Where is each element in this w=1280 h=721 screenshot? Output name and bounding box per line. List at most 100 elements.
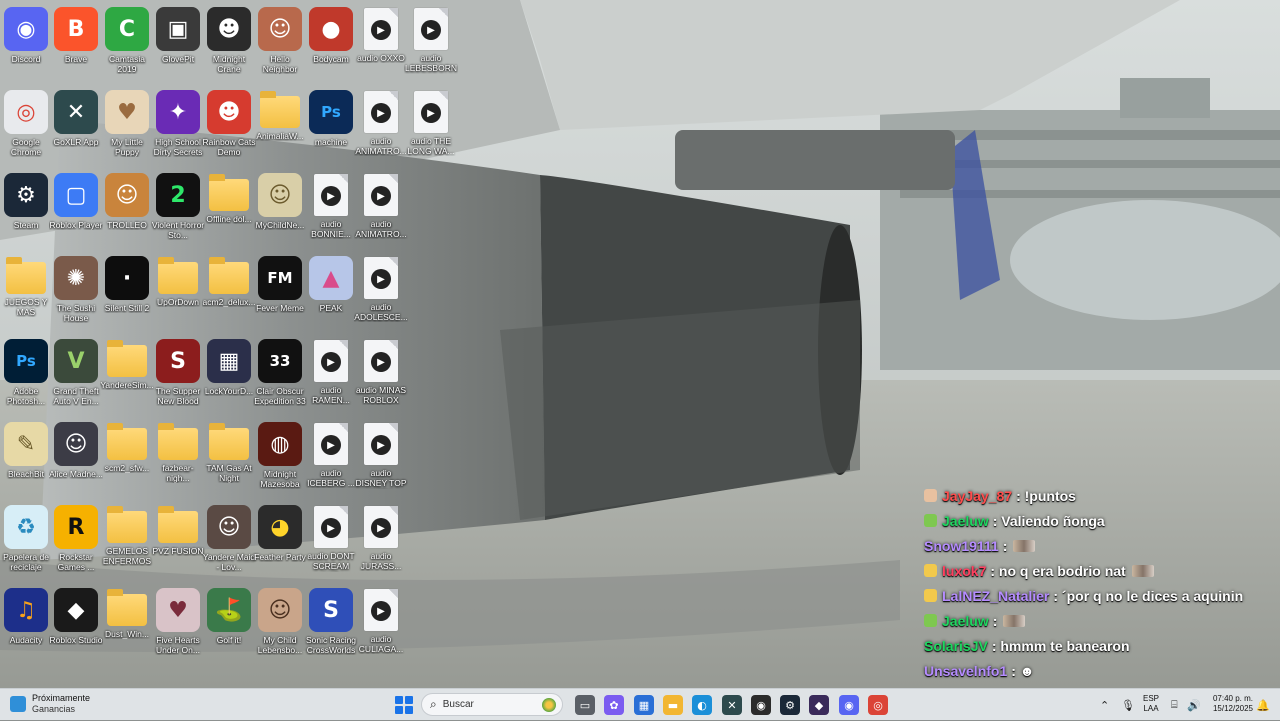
obs-icon[interactable]: ◉ [751, 695, 771, 715]
desktop-icon[interactable]: ● Bodycam [305, 3, 357, 85]
desktop-icon[interactable]: TAM Gas At Night [203, 418, 255, 500]
desktop-icon[interactable]: S Sonic Racing CrossWorlds [305, 584, 357, 666]
desktop-icon[interactable]: ☺ Yandere Maid - Lov... [203, 501, 255, 583]
steam-icon[interactable]: ⚙ [780, 695, 800, 715]
desktop-icon[interactable]: ▶ audio DISNEY TOP NATX [355, 418, 407, 500]
microsoft-store-icon[interactable]: ▦ [634, 695, 654, 715]
desktop-icon[interactable]: ▦ LockYourD... [203, 335, 255, 417]
desktop-icon[interactable]: ☻ Midnight Crane [203, 3, 255, 85]
desktop-icon[interactable]: ◍ Midnight Mazesoba [254, 418, 306, 500]
desktop-icon[interactable]: 2 Violent Horror Sto... [152, 169, 204, 251]
desktop-icon[interactable]: ◉ Discord [0, 3, 52, 85]
desktop-icon[interactable]: ♫ Audacity [0, 584, 52, 666]
desktop-icon-label: YandereSim... [100, 380, 154, 390]
desktop-icon[interactable]: JUEGOS Y MAS [0, 252, 52, 334]
desktop-icon[interactable]: V Grand Theft Auto V En... [50, 335, 102, 417]
desktop-icon[interactable]: ☺ Alice Madne... [49, 418, 103, 500]
desktop-icon[interactable]: ☻ Rainbow Cats Demo [203, 86, 255, 168]
desktop-icon[interactable]: ☺ TROLLEO [101, 169, 153, 251]
desktop-icon[interactable]: ▣ GlovePit [152, 3, 204, 85]
system-clock[interactable]: 07:40 p. m. 15/12/2025 [1207, 694, 1253, 714]
desktop-icon[interactable]: · Silent Still 2 [101, 252, 153, 334]
desktop-icon[interactable]: ✎ BleachBit [0, 418, 52, 500]
app-icon: ● [309, 7, 353, 51]
desktop-icon[interactable]: ▢ Roblox Player [50, 169, 102, 251]
weather-widget[interactable]: Próximamente Ganancias [10, 693, 90, 715]
desktop-icon[interactable]: ▶ audio BONNIE... [305, 169, 357, 251]
desktop-icon[interactable]: fazbear-nigh... [152, 418, 204, 500]
desktop-icon[interactable]: ⚙ Steam [0, 169, 52, 251]
desktop-icon[interactable]: ☺ My Child Lebensbo... [254, 584, 306, 666]
desktop-icon[interactable]: S The Supper New Blood [152, 335, 204, 417]
desktop-icon[interactable]: ▶ audio MINAS ROBLOX [355, 335, 407, 417]
app-icon: 2 [156, 173, 200, 217]
desktop-icon-label: audio MINAS ROBLOX [355, 385, 407, 405]
desktop-icon[interactable]: ▶ audio THE LONG WA... [405, 86, 457, 168]
desktop-icon[interactable]: ☺ MyChildNe... [254, 169, 306, 251]
desktop-icon-label: Feather Party [254, 552, 306, 562]
show-hidden-icons-button[interactable]: ⌃ [1100, 689, 1109, 721]
desktop-icon[interactable]: YandereSim... [100, 335, 154, 417]
desktop-icon[interactable]: B Brave [50, 3, 102, 85]
desktop-icon[interactable]: scm2_sfw... [101, 418, 153, 500]
desktop-icon[interactable]: R Rockstar Games ... [50, 501, 102, 583]
desktop-icon[interactable]: PVZ FUSION [152, 501, 204, 583]
desktop-icon[interactable]: ▶ audio ANIMATRO... [355, 169, 407, 251]
desktop-icon[interactable]: ◕ Feather Party [254, 501, 306, 583]
desktop-icon[interactable]: ♻ Papelera de reciclaje [0, 501, 52, 583]
desktop-icon[interactable]: ▶ audio ANIMATRO... [355, 86, 407, 168]
desktop-icon[interactable]: ▶ audio JURASS... [355, 501, 407, 583]
folder-icon [260, 91, 300, 128]
desktop-icon-label: JUEGOS Y MAS [4, 297, 48, 317]
chrome-icon[interactable]: ◎ [868, 695, 888, 715]
copilot-icon[interactable]: ✿ [604, 695, 624, 715]
desktop-icon[interactable]: Offline dol... [203, 169, 255, 251]
desktop-icon[interactable]: ▶ audio ADOLESCE... [354, 252, 408, 334]
desktop-icon[interactable]: Ps machine [305, 86, 357, 168]
desktop-icon[interactable]: ▶ audio RAMEN... [305, 335, 357, 417]
desktop-icon[interactable]: ▶ audio DONT SCREAM NAT [305, 501, 357, 583]
task-view-icon[interactable]: ▭ [575, 695, 595, 715]
notification-bell-icon[interactable]: 🔔 [1256, 689, 1270, 721]
desktop-icon[interactable]: Ps Adobe Photosh... [0, 335, 52, 417]
goxlr-icon[interactable]: ✕ [722, 695, 742, 715]
file-explorer-icon[interactable]: ▬ [663, 695, 683, 715]
edge-icon[interactable]: ◐ [692, 695, 712, 715]
desktop-icon[interactable]: ▶ audio OXXO [355, 3, 407, 85]
desktop-icon[interactable]: C Camtasia 2019 [101, 3, 153, 85]
desktop-icon-label: machine [314, 137, 348, 147]
desktop-icon[interactable]: ✦ High School Dirty Secrets [152, 86, 204, 168]
desktop-icon-label: GoXLR App [53, 137, 99, 147]
desktop-icon[interactable]: 33 Clair Obscur Expedition 33 [254, 335, 306, 417]
microphone-icon[interactable]: 🎙 [1121, 689, 1135, 721]
desktop-icon[interactable]: AnimaliaW... [254, 86, 306, 168]
desktop-icon[interactable]: ♥ My Little Puppy [101, 86, 153, 168]
search-placeholder: Buscar [442, 699, 474, 710]
chat-username: luxok7 [942, 562, 987, 579]
taskbar-search-box[interactable]: ⌕ Buscar [421, 693, 563, 716]
desktop-icon[interactable]: ✕ GoXLR App [50, 86, 102, 168]
desktop-icon[interactable]: ▶ audio CULIAGA... [355, 584, 407, 666]
desktop-icon[interactable]: GEMELOS ENFERMOS [101, 501, 153, 583]
desktop-icon[interactable]: ☺ Hello Neighbor [254, 3, 306, 85]
battle-icon[interactable]: ◆ [809, 695, 829, 715]
desktop-icon[interactable]: UpOrDown [152, 252, 204, 334]
audio-file-icon: ▶ [364, 91, 398, 133]
desktop-icon[interactable]: Dust_Win... [101, 584, 153, 666]
start-button[interactable] [395, 696, 413, 714]
desktop-icon[interactable]: FM Fever Meme [254, 252, 306, 334]
app-icon: ▢ [54, 173, 98, 217]
discord-icon[interactable]: ◉ [839, 695, 859, 715]
desktop-icon[interactable]: ⛳ Golf it! [203, 584, 255, 666]
desktop-icon[interactable]: ◎ Google Chrome [0, 86, 52, 168]
desktop-icon[interactable]: ✺ The Sushi House [50, 252, 102, 334]
desktop-icon[interactable]: ◆ Roblox Studio [50, 584, 102, 666]
desktop-icon[interactable]: ♥ Five Hearts Under On... [152, 584, 204, 666]
desktop-icon[interactable]: ▲ PEAK [305, 252, 357, 334]
desktop-icon[interactable]: ▶ audio ICEBERG ... [305, 418, 357, 500]
desktop-icon[interactable]: acm2_delux... [203, 252, 255, 334]
language-indicator[interactable]: ESP LAA [1143, 694, 1159, 714]
desktop-icon[interactable]: ▶ audio LEBESBORN... [405, 3, 457, 85]
volume-icon[interactable]: 🔊 [1187, 689, 1201, 721]
network-icon[interactable]: ⌸ [1171, 689, 1178, 721]
